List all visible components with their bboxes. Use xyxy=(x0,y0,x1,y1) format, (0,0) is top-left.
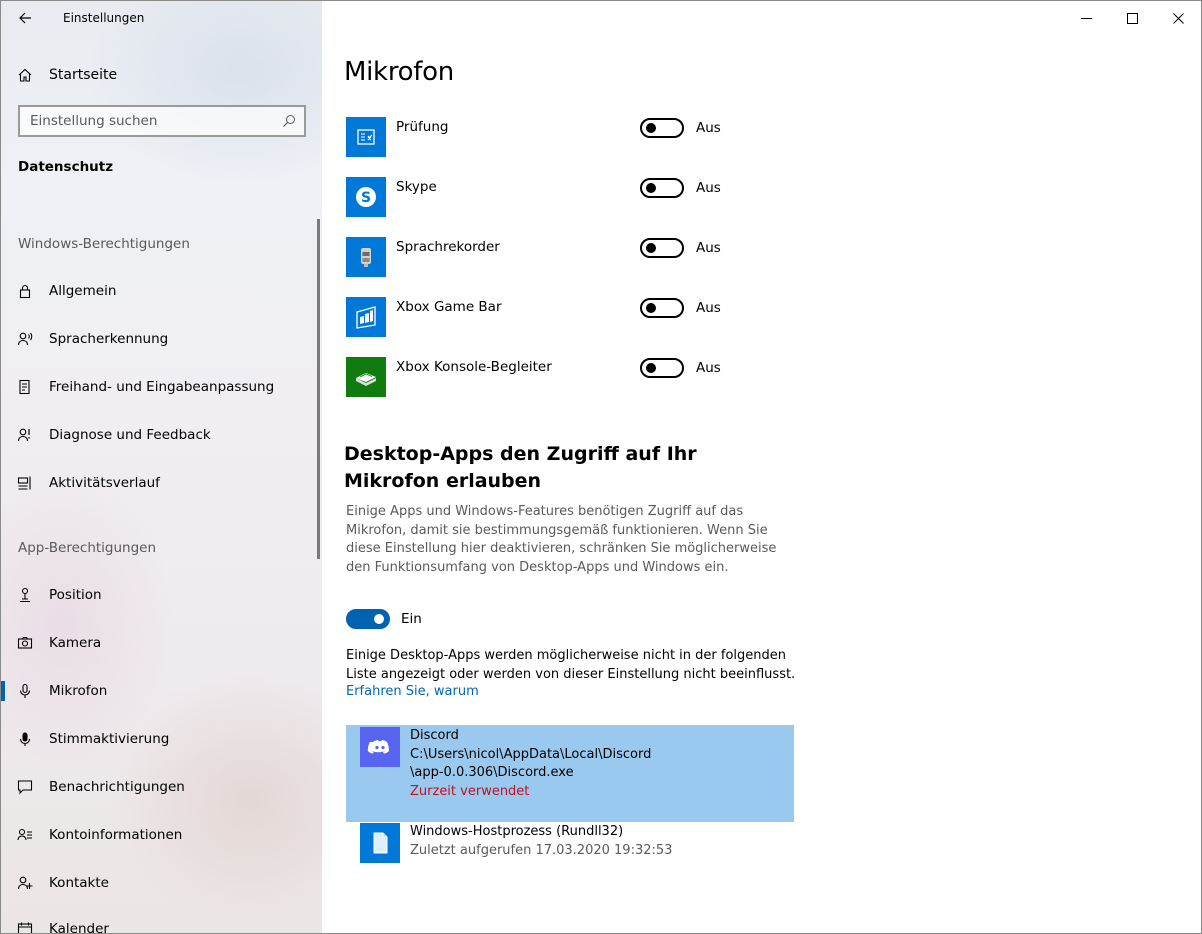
skype-icon: S xyxy=(346,177,386,217)
sidebar-item-label: Kontoinformationen xyxy=(49,827,183,843)
desktop-app-rundll32[interactable]: Windows-Hostprozess (Rundll32) Zuletzt a… xyxy=(346,823,794,873)
settings-window: Einstellungen Startseite Datenschutz Win… xyxy=(0,0,1202,934)
desktop-app-name: Discord xyxy=(410,728,459,743)
app-title: Einstellungen xyxy=(63,11,145,25)
sidebar-item-label: Kamera xyxy=(49,635,102,651)
desktop-apps-note: Einige Desktop-Apps werden möglicherweis… xyxy=(346,648,796,682)
file-icon xyxy=(360,823,400,863)
skype-toggle[interactable] xyxy=(640,178,684,198)
search-input[interactable] xyxy=(30,113,282,129)
location-icon xyxy=(1,587,49,603)
sidebar-item-spracherkennung[interactable]: Spracherkennung xyxy=(1,319,322,359)
main-content: Mikrofon Prüfung Aus S Skype Aus Sprachr… xyxy=(322,1,1201,933)
notification-icon xyxy=(1,779,49,795)
group-header-windows: Windows-Berechtigungen xyxy=(18,236,190,252)
lock-icon xyxy=(1,283,49,299)
xbox-konsole-toggle-state: Aus xyxy=(696,360,721,376)
app-name: Prüfung xyxy=(396,119,449,135)
sidebar-item-label: Kontakte xyxy=(49,875,109,891)
pruefung-toggle-state: Aus xyxy=(696,120,721,136)
discord-icon xyxy=(360,727,400,767)
xbox-console-icon xyxy=(346,357,386,397)
sidebar-item-label: Spracherkennung xyxy=(49,331,169,347)
search-icon[interactable] xyxy=(282,114,296,128)
sidebar-item-kontoinformationen[interactable]: Kontoinformationen xyxy=(1,815,322,855)
sidebar: Einstellungen Startseite Datenschutz Win… xyxy=(1,1,322,934)
sidebar-item-label: Mikrofon xyxy=(49,683,108,699)
camera-icon xyxy=(1,635,49,651)
desktop-apps-description: Einige Apps und Windows-Features benötig… xyxy=(346,504,777,575)
sidebar-item-kontakte[interactable]: Kontakte xyxy=(1,863,322,903)
desktop-app-path: \app-0.0.306\Discord.exe xyxy=(410,765,574,780)
skype-toggle-state: Aus xyxy=(696,180,721,196)
timeline-icon xyxy=(1,475,49,491)
test-icon xyxy=(346,117,386,157)
voice-recorder-icon xyxy=(346,237,386,277)
sidebar-item-position[interactable]: Position xyxy=(1,575,322,615)
desktop-apps-toggle[interactable] xyxy=(346,609,390,629)
xbox-game-bar-toggle-state: Aus xyxy=(696,300,721,316)
app-name: Xbox Game Bar xyxy=(396,299,502,315)
sidebar-item-label: Stimmaktivierung xyxy=(49,731,170,747)
calendar-icon xyxy=(1,921,49,933)
sidebar-item-label: Kalender xyxy=(49,921,109,934)
sidebar-item-label: Diagnose und Feedback xyxy=(49,427,211,443)
desktop-app-path: C:\Users\nicol\AppData\Local\Discord xyxy=(410,746,652,762)
sidebar-item-label: Position xyxy=(49,587,102,603)
search-box[interactable] xyxy=(18,105,306,137)
desktop-app-discord[interactable]: Discord C:\Users\nicol\AppData\Local\Dis… xyxy=(346,725,794,822)
sidebar-scrollbar[interactable] xyxy=(317,219,320,559)
account-info-icon xyxy=(1,827,49,843)
sidebar-item-kalender[interactable]: Kalender xyxy=(1,909,322,934)
section-title: Datenschutz xyxy=(18,159,114,175)
home-icon xyxy=(1,67,49,83)
group-header-apps: App-Berechtigungen xyxy=(18,540,157,556)
sidebar-item-benachrichtigungen[interactable]: Benachrichtigungen xyxy=(1,767,322,807)
sidebar-item-stimmaktivierung[interactable]: Stimmaktivierung xyxy=(1,719,322,759)
sidebar-item-label: Benachrichtigungen xyxy=(49,779,185,795)
app-name: Sprachrekorder xyxy=(396,239,500,255)
xbox-game-bar-toggle[interactable] xyxy=(640,298,684,318)
feedback-icon xyxy=(1,427,49,443)
xbox-game-bar-icon xyxy=(346,297,386,337)
desktop-app-status: Zurzeit verwendet xyxy=(410,783,530,799)
sidebar-item-mikrofon[interactable]: Mikrofon xyxy=(1,671,322,711)
learn-more-link[interactable]: Erfahren Sie, warum xyxy=(346,684,479,699)
discord-info: Discord C:\Users\nicol\AppData\Local\Dis… xyxy=(410,727,651,801)
pruefung-toggle[interactable] xyxy=(640,118,684,138)
sidebar-item-diagnose[interactable]: Diagnose und Feedback xyxy=(1,415,322,455)
home-label: Startseite xyxy=(49,67,118,83)
xbox-konsole-toggle[interactable] xyxy=(640,358,684,378)
sidebar-item-freihand[interactable]: Freihand- und Eingabeanpassung xyxy=(1,367,322,407)
sidebar-item-aktivitaetsverlauf[interactable]: Aktivitätsverlauf xyxy=(1,463,322,503)
desktop-app-name: Windows-Hostprozess (Rundll32) xyxy=(410,824,624,839)
pen-input-icon xyxy=(1,379,49,395)
page-title: Mikrofon xyxy=(344,57,454,87)
sidebar-item-kamera[interactable]: Kamera xyxy=(1,623,322,663)
voice-activation-icon xyxy=(1,731,49,747)
contacts-icon xyxy=(1,875,49,891)
sidebar-item-label: Freihand- und Eingabeanpassung xyxy=(49,379,275,395)
speech-icon xyxy=(1,331,49,347)
sidebar-item-label: Allgemein xyxy=(49,283,117,299)
rundll32-info: Windows-Hostprozess (Rundll32) Zuletzt a… xyxy=(410,823,672,860)
back-arrow-icon xyxy=(19,12,31,24)
desktop-apps-heading: Desktop-Apps den Zugriff auf Ihr Mikrofo… xyxy=(344,443,697,492)
sidebar-item-allgemein[interactable]: Allgemein xyxy=(1,271,322,311)
back-button[interactable] xyxy=(1,1,49,35)
sidebar-item-home[interactable]: Startseite xyxy=(1,57,322,93)
title-bar: Einstellungen xyxy=(1,1,322,35)
app-name: Skype xyxy=(396,179,437,195)
sprachrekorder-toggle-state: Aus xyxy=(696,240,721,256)
desktop-apps-toggle-state: Ein xyxy=(401,611,422,627)
sidebar-item-label: Aktivitätsverlauf xyxy=(49,475,160,491)
desktop-app-last-accessed: Zuletzt aufgerufen 17.03.2020 19:32:53 xyxy=(410,842,673,858)
app-name: Xbox Konsole-Begleiter xyxy=(396,359,552,375)
microphone-icon xyxy=(1,683,49,699)
svg-text:S: S xyxy=(361,190,371,206)
sprachrekorder-toggle[interactable] xyxy=(640,238,684,258)
